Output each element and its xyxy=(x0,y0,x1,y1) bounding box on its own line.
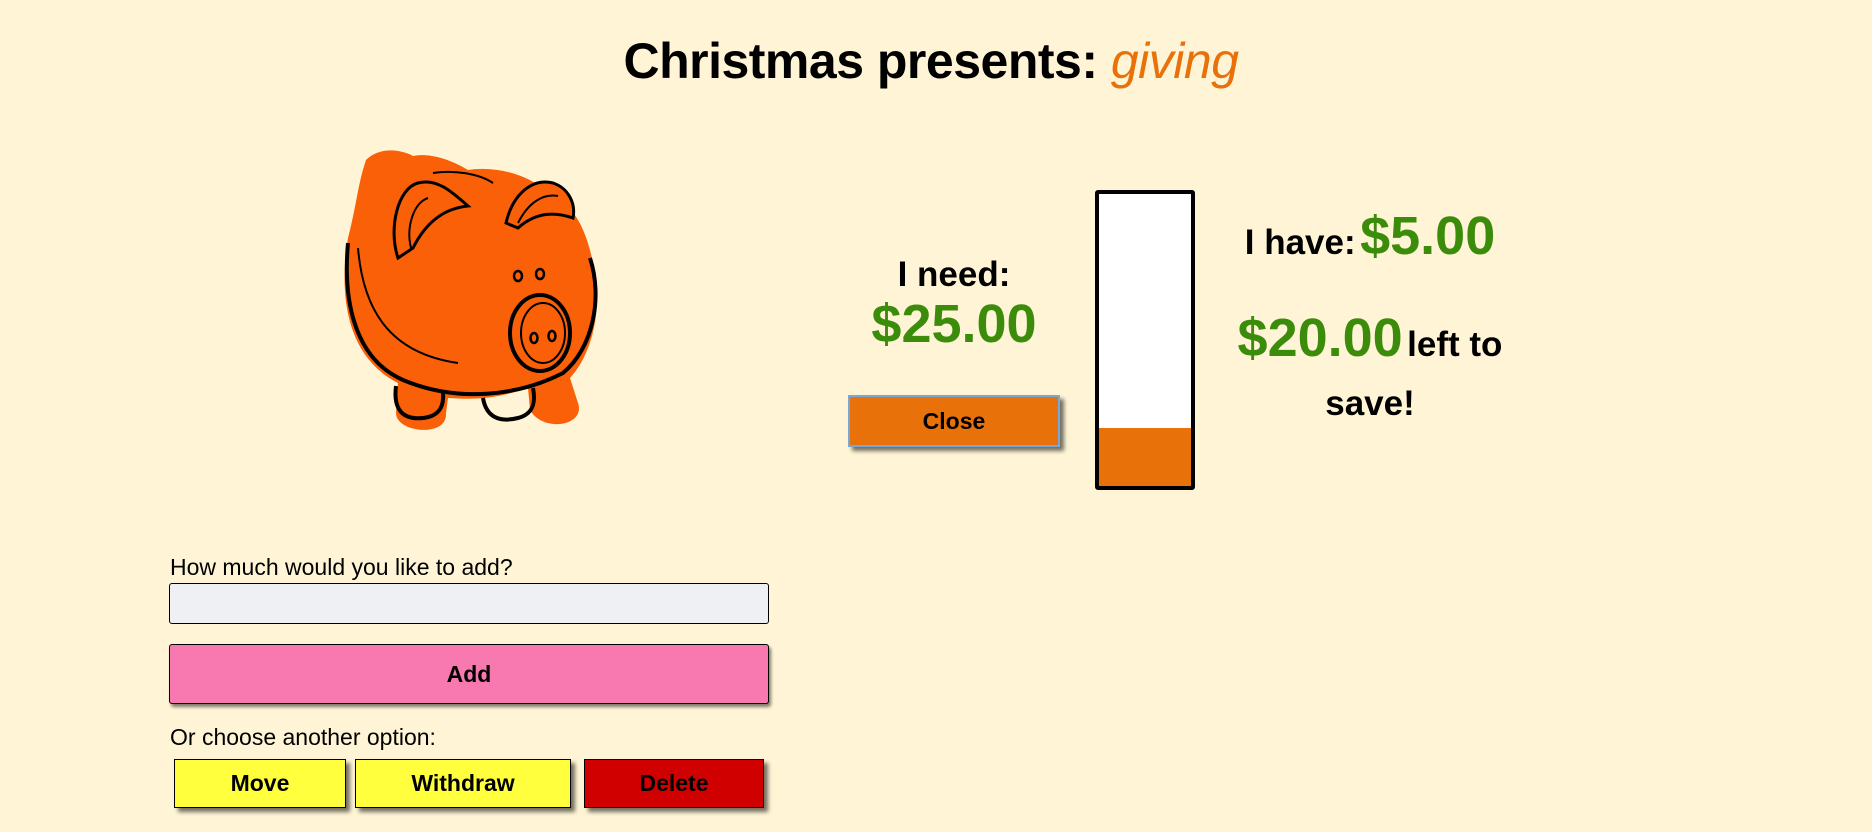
need-label: I need: xyxy=(897,255,1011,294)
have-label: I have: xyxy=(1244,223,1356,262)
add-button[interactable]: Add xyxy=(169,644,769,704)
add-amount-prompt: How much would you like to add? xyxy=(170,554,513,580)
need-section: I need: $25.00 xyxy=(840,255,1068,353)
remaining-section: $20.00 left to save! xyxy=(1220,311,1520,437)
close-button[interactable]: Close xyxy=(848,395,1060,447)
goal-name: giving xyxy=(1110,33,1239,89)
piggy-bank-icon xyxy=(344,150,598,430)
savings-progress-fill xyxy=(1099,427,1191,486)
have-section: I have: $5.00 xyxy=(1220,205,1520,267)
move-button[interactable]: Move xyxy=(174,759,346,808)
page-title: Christmas presents: giving xyxy=(0,32,1862,90)
savings-progress-bar xyxy=(1095,190,1195,490)
remaining-amount: $20.00 xyxy=(1237,308,1403,368)
other-options-label: Or choose another option: xyxy=(170,724,436,750)
page-title-prefix: Christmas presents: xyxy=(623,33,1098,89)
add-amount-input[interactable] xyxy=(169,583,769,624)
withdraw-button[interactable]: Withdraw xyxy=(355,759,571,808)
delete-button[interactable]: Delete xyxy=(584,759,764,808)
savings-goal-page: Christmas presents: giving I need: $25.0… xyxy=(0,0,1872,832)
have-amount: $5.00 xyxy=(1360,206,1496,266)
need-amount: $25.00 xyxy=(871,294,1037,354)
